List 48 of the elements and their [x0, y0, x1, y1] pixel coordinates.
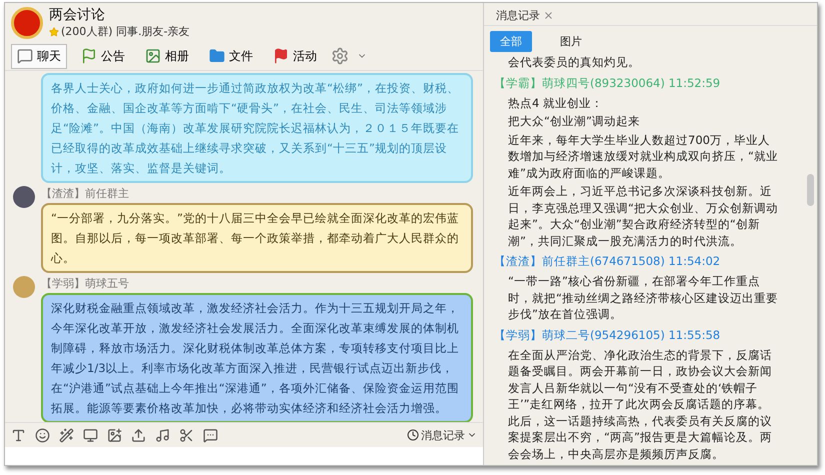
picture-icon	[145, 48, 161, 64]
chat-icon	[17, 48, 33, 64]
font-icon[interactable]	[11, 428, 26, 442]
message-icon[interactable]	[203, 428, 218, 442]
scissors-icon[interactable]	[179, 428, 194, 442]
tab[interactable]: 公告	[75, 44, 131, 68]
settings-icon[interactable]	[331, 47, 349, 65]
sender-name: 【学弱】萌球五号	[41, 276, 130, 291]
music-icon[interactable]	[155, 428, 170, 442]
message-input[interactable]	[5, 447, 483, 465]
clock-icon	[407, 429, 419, 441]
star-icon	[49, 26, 59, 36]
message-text: “一带一路”核心省份新疆，在部署今年工作重点时，就把“推动丝绸之路经济带核心区建设迈出重要步伐”放在首位强调。	[507, 273, 779, 322]
filter-tab[interactable]: 图片	[550, 31, 592, 52]
history-tab[interactable]: 消息记录	[492, 6, 558, 25]
message-bubble: “一分部署，九分落实。”党的十八届三中全会早已绘就全面深化改革的宏伟蓝图。自那以后，每一项改革部署、每一个政策举措，都牵动着广大人民群众的心。	[41, 203, 473, 273]
message-text: 近年两会上，习近平总书记多次深谈科技创新。近日，李克强总理又强调“把大众创业、万众创新调动起来”。大众“创业潮”契合政府经济转型的“创新潮”，共同汇聚成一股充满活力的时代洪流。	[507, 183, 779, 249]
tab[interactable]: 活动	[267, 44, 323, 68]
folder-icon	[209, 48, 225, 64]
sender-name: 【渣渣】前任群主	[41, 186, 130, 201]
scrollbar[interactable]	[807, 174, 814, 206]
message-text: 在全面从严治党、净化政治生态的背景下，反腐话题备受瞩目。两会开幕前一日，政协会议大会新闻发言人吕新华就以一句“没有不受查处的‘铁帽子王’”走红网络，拉开了此次两会反腐话题的序幕。此后，这一话题持续高热，代表委员有关反腐的议案提案层出不穷，“两高”报告更是大篇幅论及。两会会场上，中央高层亦是频频厉声反腐。	[507, 346, 773, 462]
flag-icon	[81, 48, 97, 64]
avatar	[13, 276, 35, 298]
avatar	[13, 186, 35, 208]
message-text: 近年来，每年大学生毕业人数超过700万，毕业人数增加与经济增速放缓对就业构成双向挤压，“就业难”成为政府面临的严峻课题。	[507, 132, 779, 181]
close-icon[interactable]	[543, 10, 554, 21]
tab[interactable]: 聊天	[11, 44, 67, 68]
message-text: 会代表委员的真知灼见。	[507, 54, 641, 70]
wand-icon[interactable]	[59, 428, 74, 442]
message-header: 【渣渣】前任群主(674671508) 11:54:02	[494, 253, 722, 270]
smiley-icon[interactable]	[35, 428, 50, 442]
history-button[interactable]: 消息记录	[407, 428, 477, 442]
tab[interactable]: 文件	[203, 44, 259, 68]
message-text: 把大众“创业潮”调动起来	[507, 113, 641, 130]
message-text: 热点4 就业创业：	[507, 94, 604, 111]
message-bubble: 各界人士关心，政府如何进一步通过简政放权为改革“松绑”，在投资、财税、价格、金融、国企改革等方面啃下“硬骨头”，在社会、民生、司法等领域涉足“险滩”。中国（海南）改革发展研究院院长迟福林认为，２０１５年既要在已经取得的改革成效基础上继续寻求突破，又关系到“十三五”规划的顶层设计，攻坚、落实、监督是关键词。	[41, 73, 473, 183]
image-icon[interactable]	[107, 428, 122, 442]
group-name: 两会讨论	[49, 6, 106, 24]
group-avatar	[11, 6, 43, 38]
monitor-icon[interactable]	[83, 428, 98, 442]
message-bubble: 深化财税金融重点领域改革，激发经济社会活力。作为十三五规划开局之年，今年深化改革开放，激发经济社会发展活力。全面深化改革束缚发展的体制机制障碍，释放市场活力。深化财税体制改革总体方案，专项转移支付项目比上年减少1/3以上。利率市场化改革方面深入推进，民营银行试点迈出新步伐，在“沪港通”试点基础上今年推出“深港通”，各项外汇储备、保险资金运用范围拓展。能源等要素价格改革加快，必将带动实体经济和经济社会活力增强。	[41, 293, 473, 422]
flag-icon	[273, 48, 289, 64]
message-header: 【学弱】萌球二号(954296105) 11:55:58	[494, 326, 722, 344]
tab[interactable]: 相册	[139, 44, 195, 68]
group-info: (200人群) 同事.朋友-亲友	[61, 24, 190, 39]
upload-icon[interactable]	[131, 428, 146, 442]
message-header: 【学霸】萌球四号(893230064) 11:52:59	[494, 74, 722, 92]
